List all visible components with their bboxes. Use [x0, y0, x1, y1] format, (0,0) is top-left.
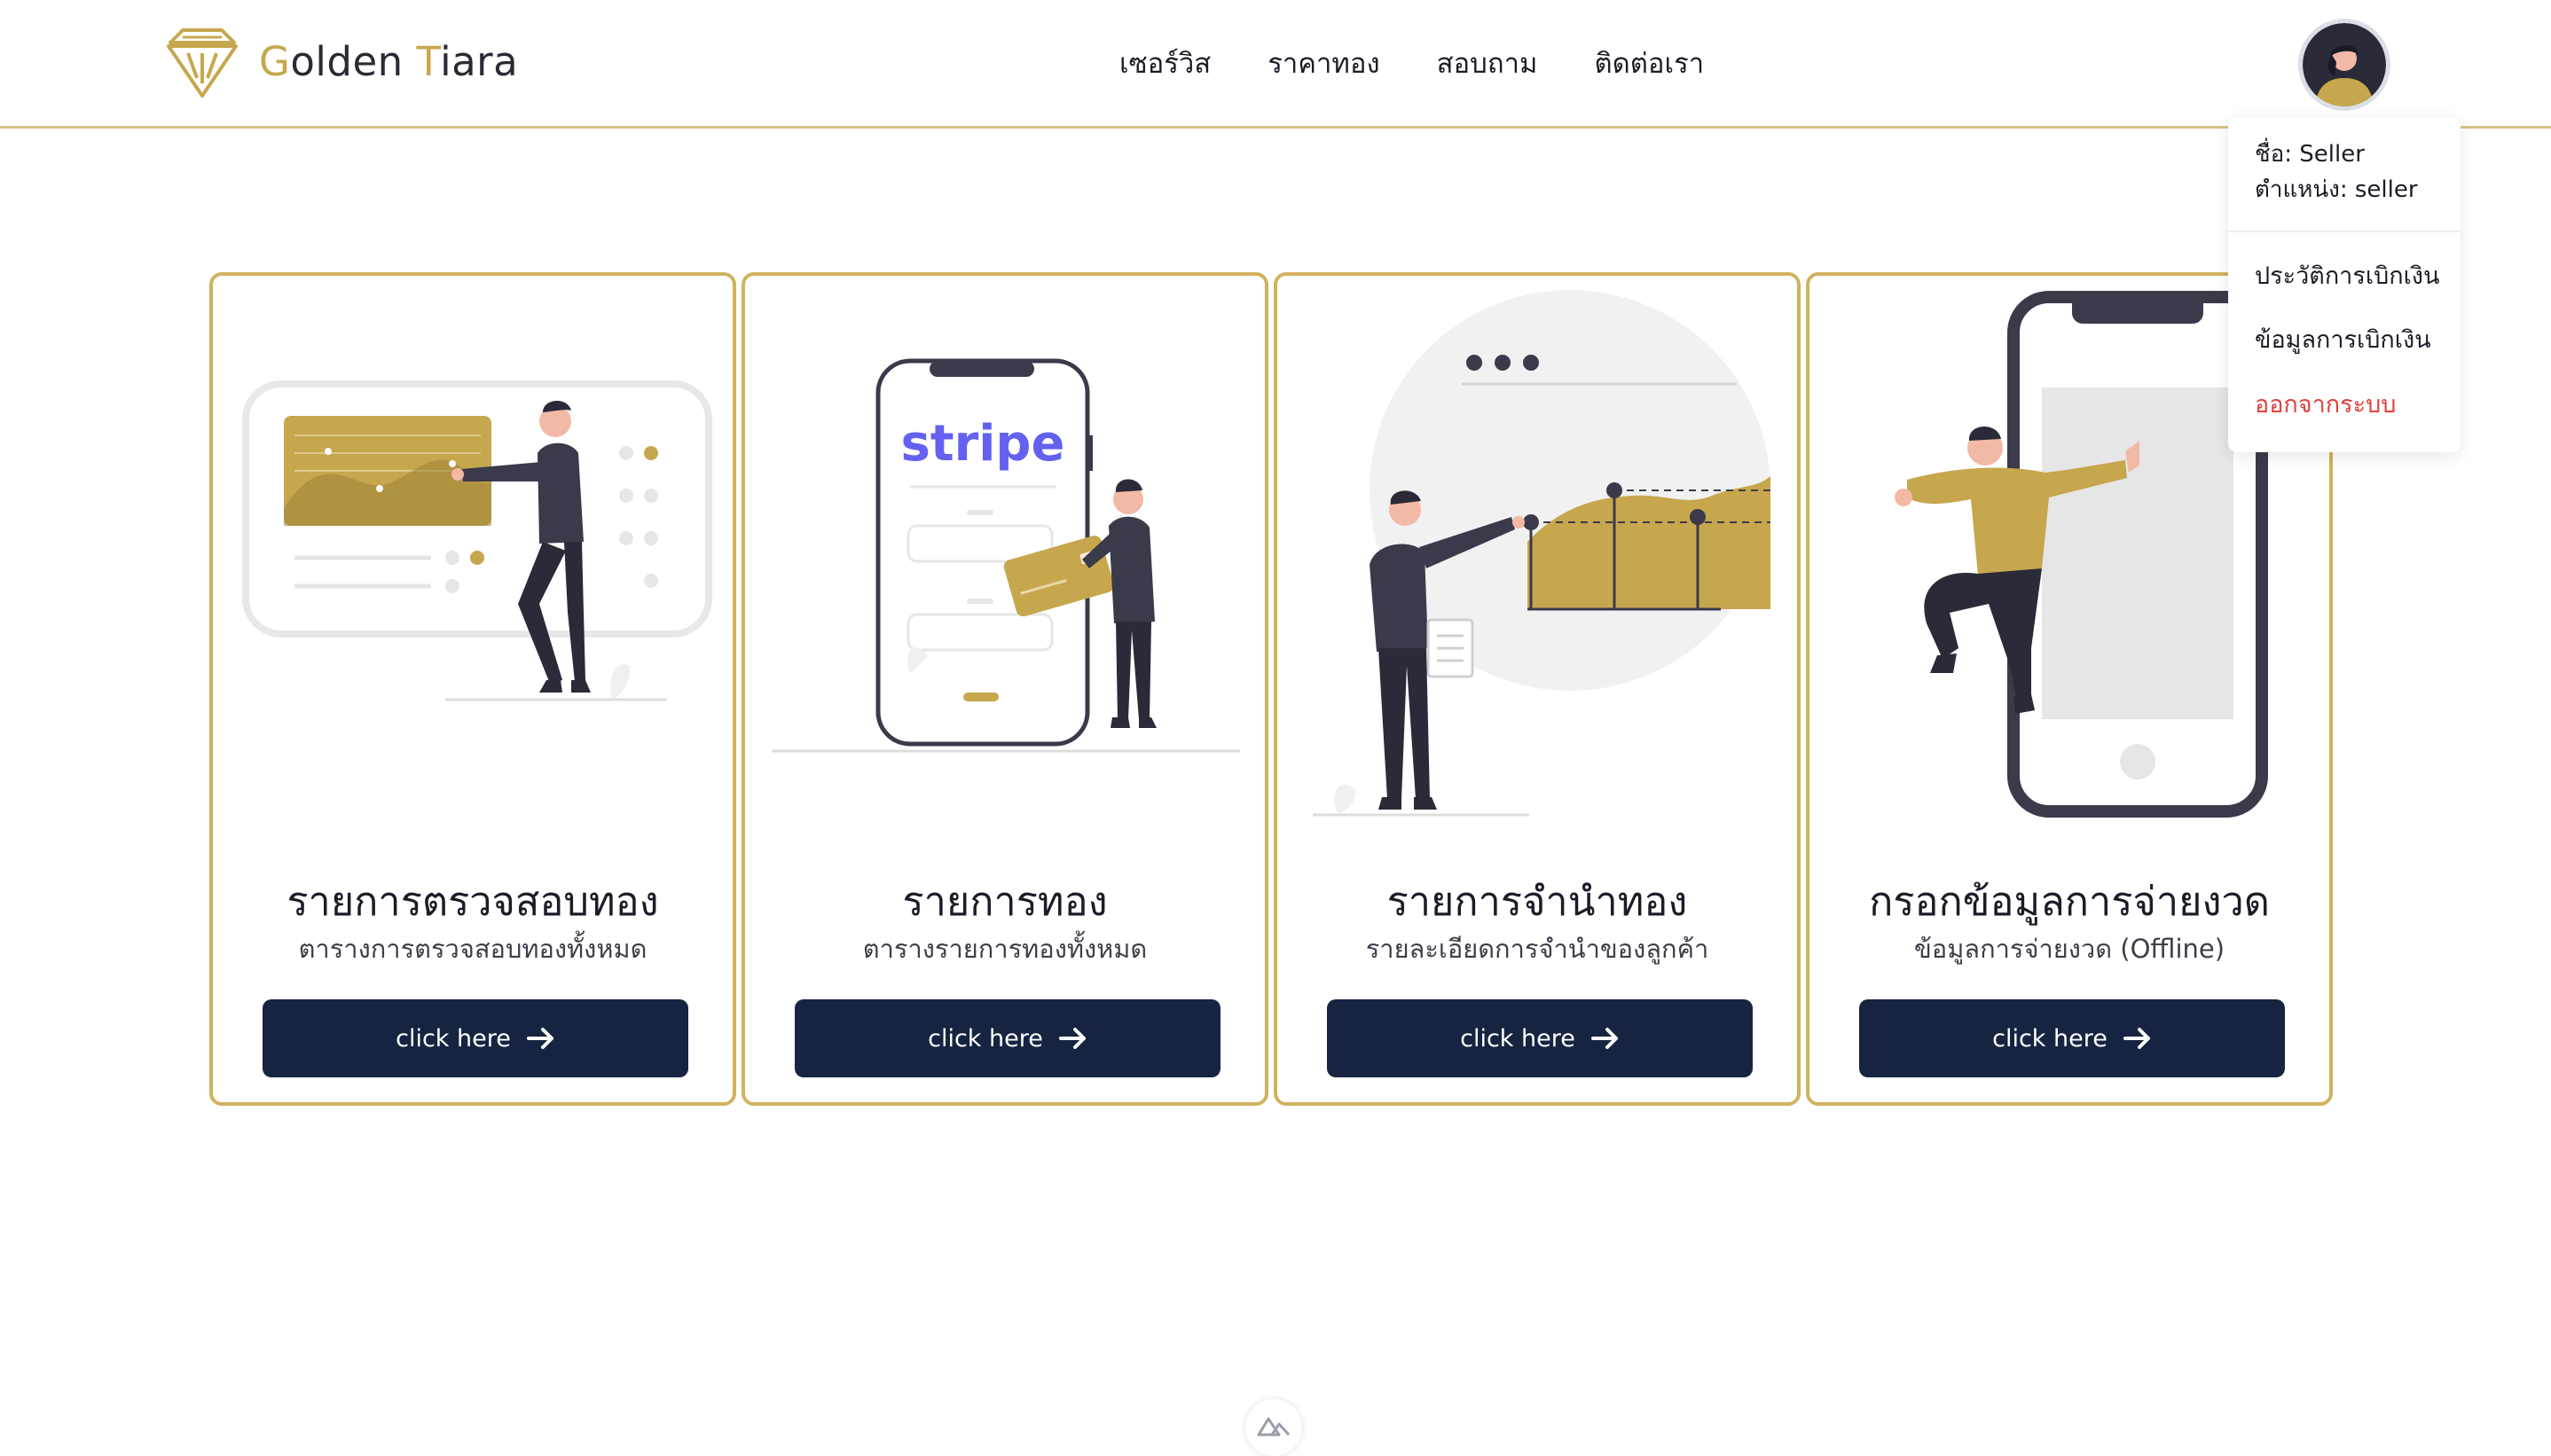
nav-item-inquiry[interactable]: สอบถาม	[1437, 41, 1538, 87]
gold-list-button[interactable]: click here	[795, 999, 1221, 1077]
arrow-right-icon	[2123, 1028, 2150, 1049]
top-navbar: Golden Tiara เซอร์วิส ราคาทอง สอบถาม ติด…	[0, 0, 2551, 129]
brand-text-iara: iara	[440, 38, 519, 85]
user-name-text: ชื่อ: Seller	[2255, 141, 2365, 168]
card-title: กรอกข้อมูลการจ่ายงวด	[1869, 878, 2270, 925]
card-subtitle: ตารางการตรวจสอบทองทั้งหมด	[298, 934, 648, 964]
brand-text-olden: olden	[290, 38, 417, 85]
button-label: click here	[928, 1024, 1043, 1053]
nav-item-contact[interactable]: ติดต่อเรา	[1594, 41, 1704, 87]
data-analysis-illustration	[242, 380, 712, 701]
button-label: click here	[396, 1024, 511, 1053]
main-nav: เซอร์วิส ราคาทอง สอบถาม ติดต่อเรา	[1119, 41, 1704, 87]
card-subtitle: ตารางรายการทองทั้งหมด	[862, 934, 1148, 964]
installment-entry-button[interactable]: click here	[1859, 999, 2285, 1077]
menu-item-withdraw-info[interactable]: ข้อมูลการเบิกเงิน	[2255, 323, 2431, 358]
gold-inspection-button[interactable]: click here	[263, 999, 688, 1077]
nav-item-gold-price[interactable]: ราคาทอง	[1268, 41, 1379, 87]
user-role-text: ตำแหน่ง: seller	[2255, 176, 2418, 203]
card-title: รายการจำนำทอง	[1386, 878, 1688, 925]
button-label: click here	[1460, 1024, 1575, 1053]
user-avatar[interactable]	[2303, 23, 2386, 106]
card-title: รายการตรวจสอบทอง	[286, 878, 659, 925]
user-dropdown-menu: ชื่อ: Seller ตำแหน่ง: seller ประวัติการเ…	[2228, 117, 2461, 452]
card-gold-pawn: รายการจำนำทอง รายละเอียดการจำนำของลูกค้า…	[1274, 272, 1801, 1106]
brand-name[interactable]: Golden Tiara	[259, 37, 518, 87]
card-title: รายการทอง	[902, 878, 1108, 925]
gold-pawn-button[interactable]: click here	[1327, 999, 1753, 1077]
card-gold-inspection: รายการตรวจสอบทอง ตารางการตรวจสอบทองทั้งห…	[209, 272, 736, 1106]
arrow-right-icon	[1590, 1028, 1618, 1049]
user-info: ชื่อ: Seller ตำแหน่ง: seller	[2255, 137, 2418, 207]
arrow-right-icon	[1058, 1028, 1086, 1049]
card-subtitle: ข้อมูลการจ่ายงวด (Offline)	[1913, 934, 2225, 964]
nav-item-service[interactable]: เซอร์วิส	[1119, 41, 1211, 87]
button-label: click here	[1992, 1024, 2108, 1053]
online-payment-illustration: stripe	[772, 358, 1240, 753]
arrow-right-icon	[526, 1028, 553, 1049]
dropdown-divider	[2228, 231, 2461, 232]
card-subtitle: รายละเอียดการจำนำของลูกค้า	[1365, 934, 1709, 964]
brand-letter-g: G	[259, 38, 291, 85]
card-gold-list: stripe รายการทอง ตารางรายการทองทั้งหมด c…	[742, 272, 1268, 1106]
menu-item-withdraw-history[interactable]: ประวัติการเบิกเงิน	[2255, 259, 2439, 294]
brand-letter-t: T	[416, 38, 441, 85]
nuxt-devtools-button[interactable]	[1245, 1399, 1302, 1456]
growth-chart-illustration	[1313, 290, 1770, 817]
menu-item-logout[interactable]: ออกจากระบบ	[2255, 387, 2396, 423]
avatar-image	[2303, 23, 2386, 106]
tiara-logo-icon[interactable]	[165, 27, 239, 99]
nuxt-devtools-icon	[1257, 1417, 1291, 1436]
stripe-logo-text: stripe	[901, 415, 1065, 473]
